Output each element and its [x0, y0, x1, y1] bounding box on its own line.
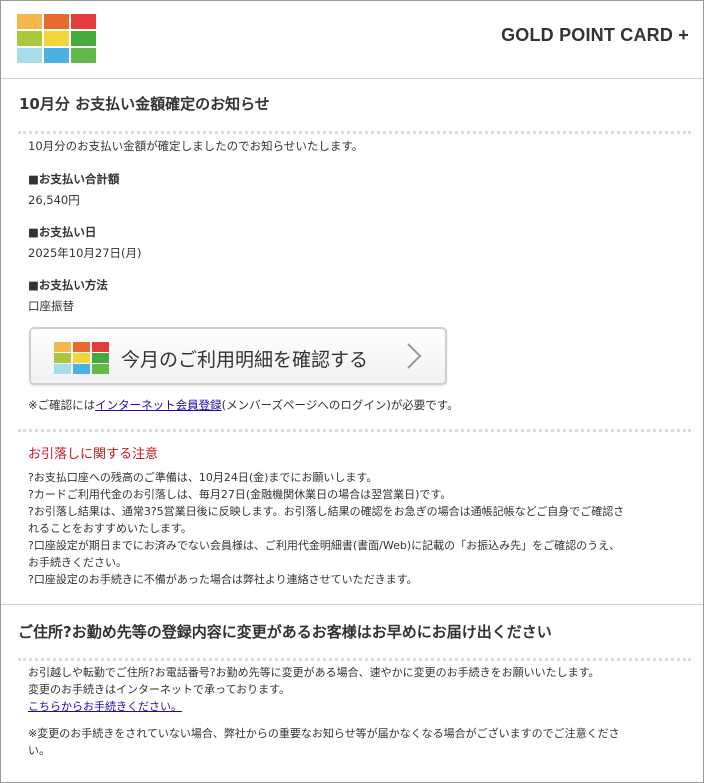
- logo-tile: [17, 14, 42, 29]
- notice-title: 10月分 お支払い金額確定のお知らせ: [19, 95, 270, 113]
- logo-tile: [71, 48, 96, 63]
- address-change-note: い。: [28, 744, 50, 757]
- logo-tile: [71, 31, 96, 46]
- address-change-text: 変更のお手続きはインターネットで承っております。: [28, 683, 291, 696]
- button-logo-icon: [54, 342, 109, 374]
- address-change-link[interactable]: こちらからお手続きください。: [28, 700, 182, 713]
- method-value: 口座振替: [28, 299, 74, 313]
- caution-title: お引落しに関する注意: [28, 447, 159, 462]
- logo-tile: [73, 364, 90, 374]
- logo-tile: [17, 48, 42, 63]
- address-change-text: お引越しや転勤でご住所?お電話番号?お勤め先等に変更がある場合、速やかに変更のお…: [28, 666, 600, 679]
- chevron-right-icon: [407, 343, 422, 369]
- brand-name: GOLD POINT CARD +: [501, 25, 689, 45]
- confirm-prefix: ※ご確認には: [28, 398, 96, 412]
- logo-tile: [44, 31, 69, 46]
- email-frame: GOLD POINT CARD + 10月分 お支払い金額確定のお知らせ 10月…: [0, 0, 704, 783]
- logo-tile: [17, 31, 42, 46]
- logo-tile: [92, 342, 109, 352]
- caution-line: ?お引落し結果は、通常3?5営業日後に反映します。お引落し結果の確認をお急ぎの場…: [28, 505, 625, 518]
- view-statement-button[interactable]: 今月のご利用明細を確認する: [29, 327, 447, 385]
- caution-line: ?口座設定が期日までにお済みでない会員様は、ご利用代金明細書(書面/Web)に記…: [28, 539, 621, 552]
- logo-tile: [92, 353, 109, 363]
- logo-tile: [54, 364, 71, 374]
- dotted-divider: [18, 658, 691, 661]
- logo-tile: [54, 353, 71, 363]
- caution-line: ?口座設定のお手続きに不備があった場合は弊社より連絡させていただきます。: [28, 573, 418, 586]
- logo-tile: [54, 342, 71, 352]
- brand-logo: [17, 14, 97, 64]
- logo-tile: [44, 14, 69, 29]
- email-header: GOLD POINT CARD +: [1, 1, 703, 79]
- logo-tile: [73, 353, 90, 363]
- section-divider: [1, 604, 703, 605]
- confirm-suffix: (メンバーズページへのログイン)が必要です。: [221, 398, 459, 412]
- view-statement-label: 今月のご利用明細を確認する: [121, 349, 369, 371]
- total-label: ■お支払い合計額: [28, 172, 120, 186]
- logo-tile: [44, 48, 69, 63]
- dotted-divider: [18, 429, 691, 432]
- caution-line: お手続きください。: [28, 556, 127, 569]
- confirm-note: ※ご確認にはインターネット会員登録(メンバーズページへのログイン)が必要です。: [28, 396, 459, 414]
- notice-intro: 10月分のお支払い金額が確定しましたのでお知らせいたします。: [28, 139, 364, 153]
- address-change-title: ご住所?お勤め先等の登録内容に変更があるお客様はお早めにお届け出ください: [18, 623, 552, 641]
- logo-tile: [71, 14, 96, 29]
- logo-tile: [92, 364, 109, 374]
- method-label: ■お支払い方法: [28, 278, 108, 292]
- address-change-note: ※変更のお手続きをされていない場合、弊社からの重要なお知らせ等が届かなくなる場合…: [28, 727, 620, 740]
- caution-line: れることをおすすめいたします。: [28, 522, 192, 535]
- caution-line: ?お支払口座への残高のご準備は、10月24日(金)までにお願いします。: [28, 471, 378, 484]
- date-label: ■お支払い日: [28, 225, 97, 239]
- dotted-divider: [18, 131, 691, 134]
- date-value: 2025年10月27日(月): [28, 246, 142, 260]
- address-change-link-row: こちらからお手続きください。: [28, 698, 182, 716]
- member-registration-link[interactable]: インターネット会員登録: [95, 398, 222, 412]
- caution-line: ?カードご利用代金のお引落しは、毎月27日(金融機関休業日の場合は翌営業日)です…: [28, 488, 452, 501]
- total-value: 26,540円: [28, 193, 80, 207]
- logo-tile: [73, 342, 90, 352]
